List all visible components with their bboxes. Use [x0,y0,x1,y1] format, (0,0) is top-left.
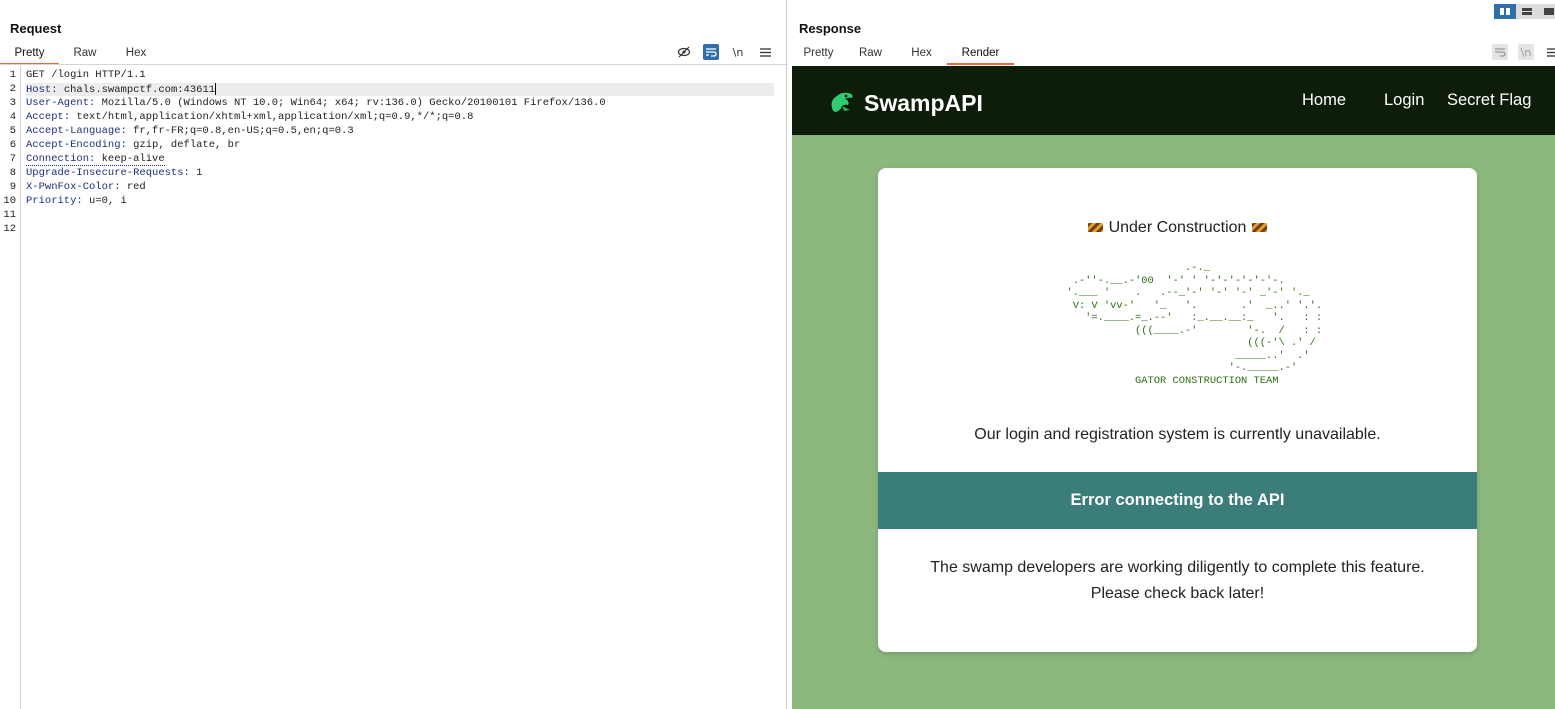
tab-raw[interactable]: Raw [59,44,111,65]
line-number: 10 [3,195,16,207]
request-header-line: Priority: u=0, i [26,195,127,207]
header-key: Accept-Language [26,125,121,137]
tab-pretty[interactable]: Pretty [0,44,59,65]
tab-hex[interactable]: Hex [111,44,161,65]
rendered-page: SwampAPI Home Login Secret Flag Under Co… [792,66,1555,709]
unavailable-message: Our login and registration system is cur… [974,426,1381,443]
line-number: 1 [9,69,16,81]
api-error-banner: Error connecting to the API [878,472,1477,529]
site-brand[interactable]: SwampAPI [828,88,983,119]
brand-name: SwampAPI [864,90,983,116]
response-pane: Response Pretty Raw Hex Render \n SwampA… [787,0,1555,709]
request-header-line: User-Agent: Mozilla/5.0 (Windows NT 10.0… [26,97,606,109]
request-pane: Request Pretty Raw Hex \n 1 2 3 4 5 6 7 … [0,0,786,709]
header-value: red [126,181,146,193]
request-line: GET /login HTTP/1.1 [26,69,146,81]
response-tabs: Pretty Raw Hex Render [792,44,1014,65]
nav-secret-flag[interactable]: Secret Flag [1447,91,1531,110]
header-value: Mozilla/5.0 (Windows NT 10.0; Win64; x64… [101,97,606,109]
request-toolbar: \n [676,44,773,60]
text-cursor [215,83,217,95]
line-number: 7 [9,153,16,165]
line-number: 4 [9,111,16,123]
request-header-line: Host: chals.swampctf.com:43611 [26,83,774,96]
site-navbar: SwampAPI Home Login Secret Flag [792,66,1555,135]
header-value: 1 [196,167,203,179]
tab-pretty[interactable]: Pretty [792,44,845,65]
nav-login[interactable]: Login [1384,91,1424,110]
line-number: 8 [9,167,16,179]
response-toolbar: \n [1492,44,1555,60]
tab-divider [0,64,786,65]
request-header-line: Accept: text/html,application/xhtml+xml,… [26,111,474,123]
developer-note-line: Please check back later! [1090,585,1265,602]
developer-note: The swamp developers are working diligen… [878,555,1477,607]
request-tabs: Pretty Raw Hex [0,44,161,65]
line-number: 6 [9,139,16,151]
wrap-toggle-icon[interactable] [1492,44,1508,60]
menu-icon[interactable] [757,44,773,60]
header-key: Accept [26,111,64,123]
header-key: Upgrade-Insecure-Requests [26,167,184,179]
api-error-text: Error connecting to the API [1070,491,1285,509]
request-header-line: Accept-Language: fr,fr-FR;q=0.8,en-US;q=… [26,125,354,137]
line-number: 12 [3,223,16,235]
under-construction-text: Under Construction [1108,219,1247,236]
wrap-toggle-icon[interactable] [703,44,719,60]
request-header-line: X-PwnFox-Color: red [26,181,146,193]
newline-icon[interactable]: \n [730,44,746,60]
header-key: User-Agent [26,97,90,109]
tab-raw[interactable]: Raw [845,44,896,65]
request-title: Request [10,21,62,36]
header-value: u=0, i [89,195,127,207]
hide-icon[interactable] [676,44,692,60]
header-value: keep-alive [101,153,165,165]
header-key: Host [26,83,52,96]
line-number: 9 [9,181,16,193]
request-header-line: Accept-Encoding: gzip, deflate, br [26,139,241,151]
header-value: chals.swampctf.com:43611 [63,83,216,96]
construction-barrier-icon [1087,223,1103,233]
request-header-line: Connection: keep-alive [26,153,165,166]
construction-card: Under Construction .-._ .-''-.__.-'00 '-… [878,168,1477,652]
request-editor[interactable]: 1 2 3 4 5 6 7 8 9 10 11 12 GET /login HT… [0,66,786,709]
header-key: Accept-Encoding [26,139,121,151]
header-key: X-PwnFox-Color [26,181,115,193]
menu-icon[interactable] [1544,44,1555,60]
under-construction-heading: Under Construction [878,219,1477,237]
developer-note-line: The swamp developers are working diligen… [930,559,1425,576]
gator-logo-icon [828,88,856,119]
header-key: Priority [26,195,77,207]
line-number: 5 [9,125,16,137]
header-value: gzip, deflate, br [133,139,241,151]
tab-render[interactable]: Render [947,44,1014,65]
line-number: 3 [9,97,16,109]
header-key: Connection [26,153,90,165]
nav-home[interactable]: Home [1302,91,1346,110]
newline-icon[interactable]: \n [1518,44,1534,60]
tab-hex[interactable]: Hex [896,44,947,65]
response-title: Response [799,21,862,36]
line-number: 11 [3,209,16,221]
request-header-line: Upgrade-Insecure-Requests: 1 [26,167,203,179]
gator-ascii-art: .-._ .-''-.__.-'00 '-' ' '-'-'-'-'-'-. '… [1066,262,1323,387]
header-value: fr,fr-FR;q=0.8,en-US;q=0.5,en;q=0.3 [133,125,354,137]
header-value: text/html,application/xhtml+xml,applicat… [76,111,474,123]
construction-barrier-icon [1252,223,1268,233]
line-number: 2 [9,83,16,95]
